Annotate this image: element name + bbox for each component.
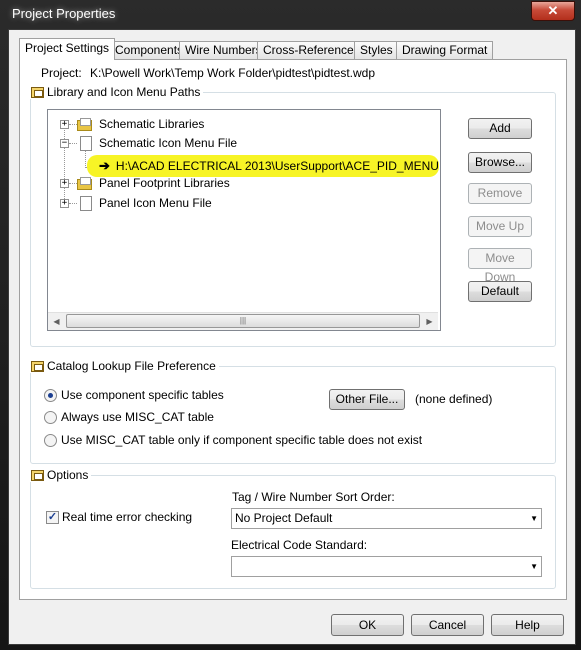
tree-horizontal-scrollbar[interactable]: ◀ ||| ▶ xyxy=(48,312,438,330)
other-file-button[interactable]: Other File... xyxy=(329,389,405,410)
sort-order-label: Tag / Wire Number Sort Order: xyxy=(232,490,395,504)
tab-styles[interactable]: Styles xyxy=(354,41,399,59)
folder-icon xyxy=(77,117,94,131)
folder-icon xyxy=(77,176,94,190)
title-bar[interactable]: Project Properties ✕ xyxy=(0,0,581,28)
tree-line xyxy=(69,183,77,184)
arrow-icon: ➔ xyxy=(99,158,110,173)
tree-item-menu-dat-path[interactable]: ➔ H:\ACAD ELECTRICAL 2013\UserSupport\AC… xyxy=(99,157,441,175)
catalog-lookup-group: Catalog Lookup File Preference Use compo… xyxy=(29,359,556,464)
project-label: Project: xyxy=(41,66,82,80)
sort-order-value: No Project Default xyxy=(235,511,333,525)
library-group-label: Library and Icon Menu Paths xyxy=(47,85,201,99)
close-button[interactable]: ✕ xyxy=(531,1,575,21)
realtime-error-checkbox[interactable]: ✓ xyxy=(46,511,59,524)
group-icon xyxy=(31,360,44,372)
electrical-code-label: Electrical Code Standard: xyxy=(231,538,368,552)
help-button[interactable]: Help xyxy=(491,614,564,636)
dialog-client-area: Project Settings Components Wire Numbers… xyxy=(8,29,576,645)
tab-project-settings[interactable]: Project Settings xyxy=(19,38,116,60)
tree-line xyxy=(69,203,77,204)
window-title: Project Properties xyxy=(12,6,116,21)
other-file-value: (none defined) xyxy=(415,392,493,406)
chevron-down-icon: ▼ xyxy=(530,562,538,571)
expand-icon[interactable]: + xyxy=(60,120,69,129)
sort-order-select[interactable]: No Project Default ▼ xyxy=(231,508,542,529)
tree-item-label: H:\ACAD ELECTRICAL 2013\UserSupport\ACE_… xyxy=(115,159,441,173)
catalog-group-label: Catalog Lookup File Preference xyxy=(47,359,216,373)
ok-button[interactable]: OK xyxy=(331,614,404,636)
tree-item-schematic-icon-menu-file[interactable]: Schematic Icon Menu File xyxy=(77,134,237,152)
remove-button[interactable]: Remove xyxy=(468,183,532,204)
scroll-right-icon[interactable]: ▶ xyxy=(421,313,438,330)
options-group-label: Options xyxy=(47,468,89,482)
cancel-button[interactable]: Cancel xyxy=(411,614,484,636)
tree-line xyxy=(69,143,77,144)
add-button[interactable]: Add xyxy=(468,118,532,139)
tree-item-label: Schematic Icon Menu File xyxy=(99,136,238,150)
document-icon xyxy=(80,135,92,151)
tab-drawing-format[interactable]: Drawing Format xyxy=(396,41,494,59)
radio-misc-cat-fallback[interactable] xyxy=(44,434,57,447)
tree-item-schematic-libraries[interactable]: Schematic Libraries xyxy=(77,115,204,133)
options-group: Options ✓ Real time error checking Tag /… xyxy=(29,468,556,589)
radio-component-tables[interactable] xyxy=(44,389,57,402)
options-group-title: Options xyxy=(29,468,92,482)
project-path: K:\Powell Work\Temp Work Folder\pidtest\… xyxy=(90,66,375,80)
group-icon xyxy=(31,86,44,98)
catalog-group-title: Catalog Lookup File Preference xyxy=(29,359,219,373)
move-up-button[interactable]: Move Up xyxy=(468,216,532,237)
library-group-title: Library and Icon Menu Paths xyxy=(29,85,204,99)
radio-label-misc-cat[interactable]: Always use MISC_CAT table xyxy=(61,410,214,424)
browse-button[interactable]: Browse... xyxy=(468,152,532,173)
group-icon xyxy=(31,469,44,481)
tab-wire-numbers[interactable]: Wire Numbers xyxy=(179,41,268,59)
tree-item-label: Schematic Libraries xyxy=(99,117,205,131)
tree-item-panel-icon-menu-file[interactable]: Panel Icon Menu File xyxy=(77,194,212,212)
library-paths-group: Library and Icon Menu Paths + Schematic … xyxy=(29,85,556,347)
expand-icon[interactable]: + xyxy=(60,199,69,208)
tab-cross-references[interactable]: Cross-References xyxy=(257,41,366,59)
expand-icon[interactable]: + xyxy=(60,179,69,188)
document-icon xyxy=(80,195,92,211)
tree-item-label: Panel Footprint Libraries xyxy=(99,176,230,190)
collapse-icon[interactable]: − xyxy=(60,139,69,148)
library-tree[interactable]: + Schematic Libraries − Schematic Icon M… xyxy=(47,109,441,331)
project-properties-window: Project Properties ✕ Project Settings Co… xyxy=(0,0,581,650)
scroll-left-icon[interactable]: ◀ xyxy=(48,313,65,330)
tab-components[interactable]: Components xyxy=(109,41,190,59)
default-button[interactable]: Default xyxy=(468,281,532,302)
radio-misc-cat[interactable] xyxy=(44,411,57,424)
tree-item-label: Panel Icon Menu File xyxy=(99,196,212,210)
move-down-button[interactable]: Move Down xyxy=(468,248,532,284)
radio-label-misc-cat-fallback[interactable]: Use MISC_CAT table only if component spe… xyxy=(61,433,422,447)
tree-item-panel-footprint-libraries[interactable]: Panel Footprint Libraries xyxy=(77,174,230,192)
project-settings-panel: Project: K:\Powell Work\Temp Work Folder… xyxy=(19,59,567,600)
realtime-error-label[interactable]: Real time error checking xyxy=(62,510,192,524)
electrical-code-select[interactable]: ▼ xyxy=(231,556,542,577)
chevron-down-icon: ▼ xyxy=(530,514,538,523)
radio-label-component-tables[interactable]: Use component specific tables xyxy=(61,388,224,402)
scroll-thumb[interactable]: ||| xyxy=(66,314,420,328)
close-icon: ✕ xyxy=(547,3,559,18)
tree-line xyxy=(69,124,77,125)
